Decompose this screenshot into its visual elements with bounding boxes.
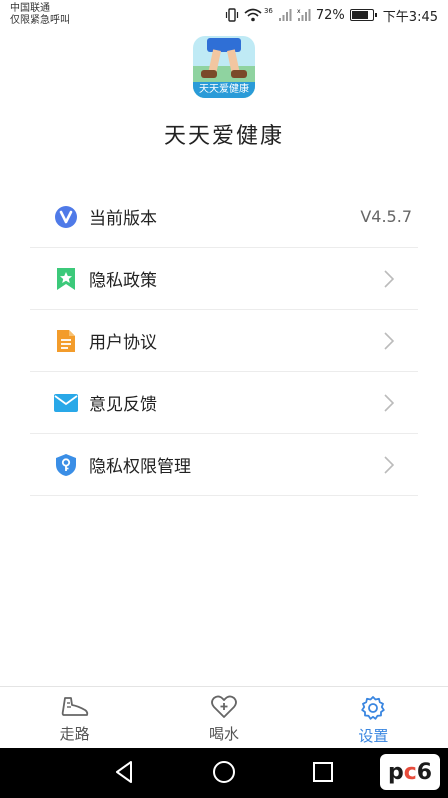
recents-icon[interactable] bbox=[313, 762, 333, 782]
chevron-right-icon bbox=[384, 456, 394, 474]
heart-plus-icon bbox=[211, 695, 237, 718]
tab-label: 走路 bbox=[59, 725, 90, 743]
menu-item-label: 当前版本 bbox=[89, 209, 157, 229]
tab-label: 喝水 bbox=[208, 725, 239, 743]
tab-drink-water[interactable]: 喝水 bbox=[149, 687, 298, 748]
carrier-name: 中国联通 bbox=[10, 3, 50, 14]
bookmark-star-icon bbox=[53, 266, 79, 292]
chevron-right-icon bbox=[384, 332, 394, 350]
carrier-info: 中国联通 仅限紧急呼叫 bbox=[10, 3, 70, 27]
bottom-tab-bar: 走路 喝水 设置 bbox=[0, 686, 448, 748]
battery-level-fill bbox=[351, 11, 368, 19]
menu-item-label: 意见反馈 bbox=[89, 395, 157, 415]
version-number: V4.5.7 bbox=[360, 207, 412, 226]
menu-item-label: 隐私权限管理 bbox=[89, 457, 191, 477]
mail-icon bbox=[53, 390, 79, 416]
system-nav-bar: pc6 bbox=[0, 748, 448, 798]
menu-item-user-agreement[interactable]: 用户协议 bbox=[30, 310, 418, 372]
status-icons: 36 x 72% 下午3:45 bbox=[225, 6, 438, 25]
back-icon[interactable] bbox=[114, 760, 134, 784]
menu-item-feedback[interactable]: 意见反馈 bbox=[30, 372, 418, 434]
menu-item-privacy-policy[interactable]: 隐私政策 bbox=[30, 248, 418, 310]
battery-percent: 72% bbox=[315, 7, 345, 23]
tab-label: 设置 bbox=[358, 727, 389, 745]
signal-icon-2: x bbox=[297, 8, 311, 21]
menu-item-current-version[interactable]: 当前版本 V4.5.7 bbox=[30, 186, 418, 248]
menu-item-label: 用户协议 bbox=[89, 333, 157, 353]
app-title: 天天爱健康 bbox=[163, 124, 284, 149]
settings-menu: 当前版本 V4.5.7 隐私政策 用户协议 意见反馈 隐私权限管理 bbox=[30, 186, 418, 496]
status-bar: 中国联通 仅限紧急呼叫 36 x 72% 下午3:45 bbox=[0, 0, 448, 30]
svg-text:x: x bbox=[297, 8, 301, 15]
chevron-right-icon bbox=[384, 270, 394, 288]
gear-icon bbox=[361, 696, 386, 720]
network-type-label: 36 bbox=[263, 7, 273, 15]
wifi-icon bbox=[244, 8, 262, 22]
menu-item-label: 隐私政策 bbox=[89, 271, 157, 291]
chevron-right-icon bbox=[384, 394, 394, 412]
tab-walk[interactable]: 走路 bbox=[0, 687, 149, 748]
home-icon[interactable] bbox=[212, 760, 236, 784]
app-logo: 天天爱健康 bbox=[193, 36, 255, 98]
shoe-icon bbox=[61, 697, 88, 716]
document-icon bbox=[53, 328, 79, 354]
shield-key-icon bbox=[53, 452, 79, 478]
version-v-icon bbox=[53, 204, 79, 230]
signal-icon-1 bbox=[278, 9, 292, 21]
vibrate-icon bbox=[225, 8, 239, 22]
battery-icon bbox=[349, 9, 377, 21]
app-logo-text: 天天爱健康 bbox=[199, 84, 249, 95]
emergency-only-text: 仅限紧急呼叫 bbox=[10, 15, 70, 26]
clock: 下午3:45 bbox=[382, 9, 438, 25]
pc6-watermark-logo: pc6 bbox=[380, 754, 440, 790]
tab-settings[interactable]: 设置 bbox=[299, 687, 448, 748]
menu-item-privacy-permissions[interactable]: 隐私权限管理 bbox=[30, 434, 418, 496]
